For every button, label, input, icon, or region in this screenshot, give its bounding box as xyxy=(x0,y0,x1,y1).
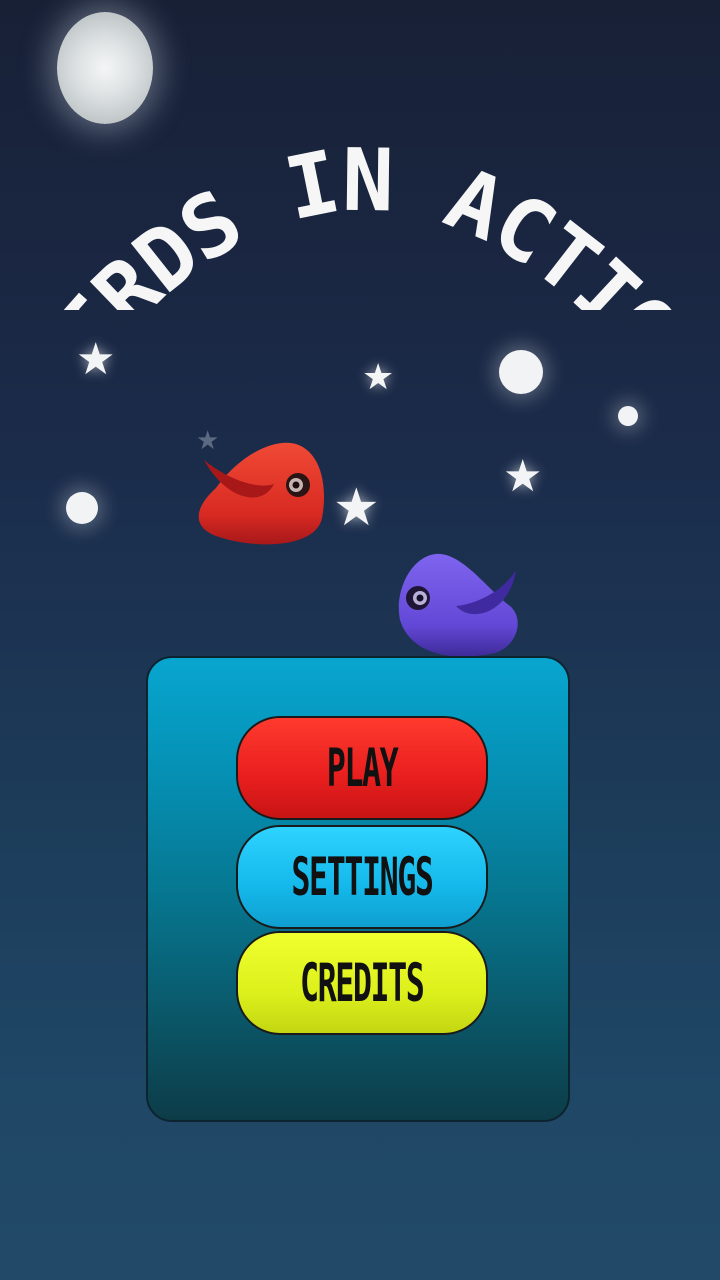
red-bird-icon xyxy=(198,442,325,545)
settings-button[interactable]: Settings xyxy=(236,825,488,929)
star-icon: ★ xyxy=(503,451,543,502)
star-dot xyxy=(66,492,98,524)
star-icon: ★ xyxy=(362,357,395,398)
star-dot xyxy=(618,406,638,426)
svg-text:Birds In Action: Birds In Action xyxy=(0,80,696,310)
purple-bird-icon xyxy=(398,553,518,657)
main-menu-scene: Birds In Action ★ ★ ★ ★ ★ xyxy=(0,0,720,1280)
star-icon: ★ xyxy=(76,334,116,385)
star-icon: ★ xyxy=(333,478,380,538)
credits-button-label: Credits xyxy=(300,952,425,1014)
settings-button-label: Settings xyxy=(291,846,434,908)
play-button[interactable]: Play xyxy=(236,716,488,820)
play-button-label: Play xyxy=(326,737,399,799)
credits-button[interactable]: Credits xyxy=(236,931,488,1035)
star-dot xyxy=(499,350,543,394)
game-title-logo: Birds In Action xyxy=(0,80,698,310)
game-title: Birds In Action xyxy=(0,80,698,310)
